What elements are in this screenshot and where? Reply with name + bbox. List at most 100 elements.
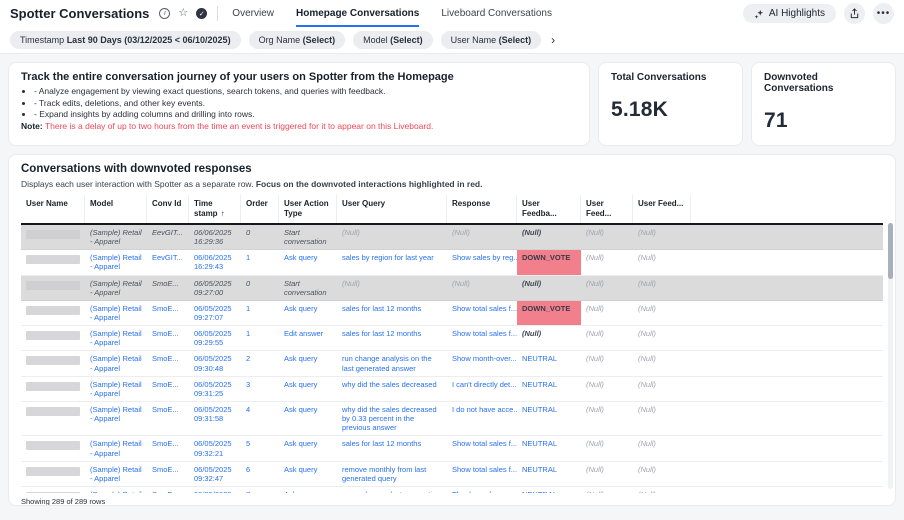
conv-id-cell: SmoE... — [147, 402, 189, 435]
table-row[interactable]: (Sample) Retail - ApparelSmoE...06/05/20… — [21, 436, 883, 461]
top-bar: Spotter Conversations i ☆ ✓ Overview Hom… — [0, 0, 904, 27]
column-header[interactable]: User Action Type — [279, 195, 337, 223]
column-header[interactable]: User Name — [21, 195, 85, 223]
column-header-label: User Query — [342, 199, 385, 208]
column-header[interactable]: Response — [447, 195, 517, 223]
subtitle-bold: Focus on the downvoted interactions high… — [256, 179, 483, 189]
query-cell: remember my last suggestion for any simi… — [337, 487, 447, 493]
filler-cell — [691, 301, 883, 325]
conversations-table: User NameModelConv IdTime stamp↑ Order Use… — [21, 195, 883, 493]
description-card: Track the entire conversation journey of… — [8, 62, 590, 146]
table-row[interactable]: (Sample) Retail - ApparelSmoE...06/05/20… — [21, 377, 883, 402]
table-row[interactable]: (Sample) Retail - ApparelSmoE...06/05/20… — [21, 351, 883, 376]
order-cell: 0 — [241, 276, 279, 300]
action-cell: Edit answer — [279, 326, 337, 350]
response-cell: (Null) — [447, 276, 517, 300]
feedback3-cell: (Null) — [633, 225, 691, 249]
ai-highlights-button[interactable]: AI Highlights — [743, 4, 836, 23]
tab-overview[interactable]: Overview — [232, 0, 274, 27]
filter-chip-user-name[interactable]: User Name (Select) — [441, 31, 542, 49]
order-cell: 1 — [241, 250, 279, 274]
feedback2-cell: (Null) — [581, 276, 633, 300]
tab-homepage-conversations[interactable]: Homepage Conversations — [296, 0, 419, 27]
model-cell: (Sample) Retail - Apparel — [85, 250, 147, 274]
table-row[interactable]: (Sample) Retail - ApparelSmoE...06/05/20… — [21, 301, 883, 326]
redacted-user-name — [26, 281, 80, 290]
redacted-user-name — [26, 467, 80, 476]
more-menu-button[interactable]: ••• — [873, 3, 894, 24]
timestamp-cell: 06/05/2025 09:30:48 — [189, 351, 241, 375]
column-header[interactable]: User Query — [337, 195, 447, 223]
filter-chip-timestamp[interactable]: Timestamp Last 90 Days (03/12/2025 < 06/… — [10, 31, 241, 49]
verified-icon[interactable]: ✓ — [196, 8, 207, 19]
scrollbar-thumb[interactable] — [888, 223, 893, 279]
response-cell: (Null) — [447, 225, 517, 249]
feedback-cell: NEUTRAL — [517, 402, 581, 435]
feedback3-cell: (Null) — [633, 436, 691, 460]
column-header-label: Order — [246, 199, 268, 208]
table-row[interactable]: (Sample) Retail - ApparelSmoE...06/05/20… — [21, 462, 883, 487]
action-cell: Ask query — [279, 250, 337, 274]
table-row[interactable]: (Sample) Retail - ApparelEevGIT...06/06/… — [21, 225, 883, 250]
feedback3-cell: (Null) — [633, 487, 691, 493]
feedback3-cell: (Null) — [633, 351, 691, 375]
column-header[interactable]: Order — [241, 195, 279, 223]
column-header[interactable]: Time stamp↑ — [189, 195, 241, 223]
user-name-cell — [21, 326, 85, 350]
vertical-scrollbar[interactable] — [888, 223, 893, 489]
conv-id-cell: SmoE... — [147, 326, 189, 350]
response-cell: Show month-over... — [447, 351, 517, 375]
column-header[interactable]: User Feed... — [581, 195, 633, 223]
star-icon[interactable]: ☆ — [178, 8, 188, 19]
action-cell: Ask query — [279, 301, 337, 325]
query-cell: sales for last 12 months — [337, 326, 447, 350]
filter-chip-org-name[interactable]: Org Name (Select) — [249, 31, 346, 49]
model-cell: (Sample) Retail - Apparel — [85, 351, 147, 375]
kpi-total-conversations: Total Conversations 5.18K — [598, 62, 743, 146]
timestamp-cell: 06/05/2025 09:33:11 — [189, 487, 241, 493]
user-name-cell — [21, 377, 85, 401]
filter-value: (Select) — [390, 35, 423, 45]
table-row[interactable]: (Sample) Retail - ApparelSmoE...06/05/20… — [21, 402, 883, 436]
main-content: Track the entire conversation journey of… — [0, 54, 904, 514]
filter-label: User Name — [451, 35, 499, 45]
conv-id-cell: SmoE... — [147, 301, 189, 325]
model-cell: (Sample) Retail - Apparel — [85, 276, 147, 300]
model-cell: (Sample) Retail - Apparel — [85, 436, 147, 460]
sort-asc-icon[interactable]: ↑ — [221, 209, 225, 218]
feedback3-cell: (Null) — [633, 250, 691, 274]
note-label: Note: — [21, 121, 43, 131]
order-cell: 0 — [241, 225, 279, 249]
tab-bar: Overview Homepage Conversations Liveboar… — [232, 0, 552, 27]
redacted-user-name — [26, 407, 80, 416]
kpi-downvoted-conversations: Downvoted Conversations 71 — [751, 62, 896, 146]
tab-liveboard-conversations[interactable]: Liveboard Conversations — [441, 0, 552, 27]
query-cell: sales for last 12 months — [337, 301, 447, 325]
conv-id-cell: SmoE... — [147, 487, 189, 493]
table-row[interactable]: (Sample) Retail - ApparelSmoE...06/05/20… — [21, 276, 883, 301]
share-button[interactable] — [844, 3, 865, 24]
feedback2-cell: (Null) — [581, 436, 633, 460]
column-header[interactable]: User Feed... — [633, 195, 691, 223]
column-header[interactable]: Conv Id — [147, 195, 189, 223]
feedback-cell: DOWN_VOTE — [517, 301, 581, 325]
filter-value: Last 90 Days (03/12/2025 < 06/10/2025) — [67, 35, 231, 45]
feedback-cell: NEUTRAL — [517, 377, 581, 401]
feedback-cell: NEUTRAL — [517, 487, 581, 493]
table-row[interactable]: (Sample) Retail - ApparelEevGIT...06/06/… — [21, 250, 883, 275]
table-body[interactable]: (Sample) Retail - ApparelEevGIT...06/06/… — [21, 225, 883, 493]
filter-value: (Select) — [499, 35, 532, 45]
column-header[interactable]: Model — [85, 195, 147, 223]
conv-id-cell: SmoE... — [147, 276, 189, 300]
timestamp-cell: 06/05/2025 09:32:47 — [189, 462, 241, 486]
timestamp-cell: 06/06/2025 16:29:36 — [189, 225, 241, 249]
info-icon[interactable]: i — [159, 8, 170, 19]
table-row[interactable]: (Sample) Retail - ApparelSmoE...06/05/20… — [21, 326, 883, 351]
column-header[interactable]: User Feedba... — [517, 195, 581, 223]
table-row[interactable]: (Sample) Retail - ApparelSmoE...06/05/20… — [21, 487, 883, 493]
filter-chip-model[interactable]: Model (Select) — [353, 31, 433, 49]
chevron-right-icon[interactable]: › — [551, 33, 555, 47]
feedback3-cell: (Null) — [633, 402, 691, 435]
sparkle-icon — [754, 9, 764, 19]
column-header-label: User Feed... — [638, 199, 683, 208]
